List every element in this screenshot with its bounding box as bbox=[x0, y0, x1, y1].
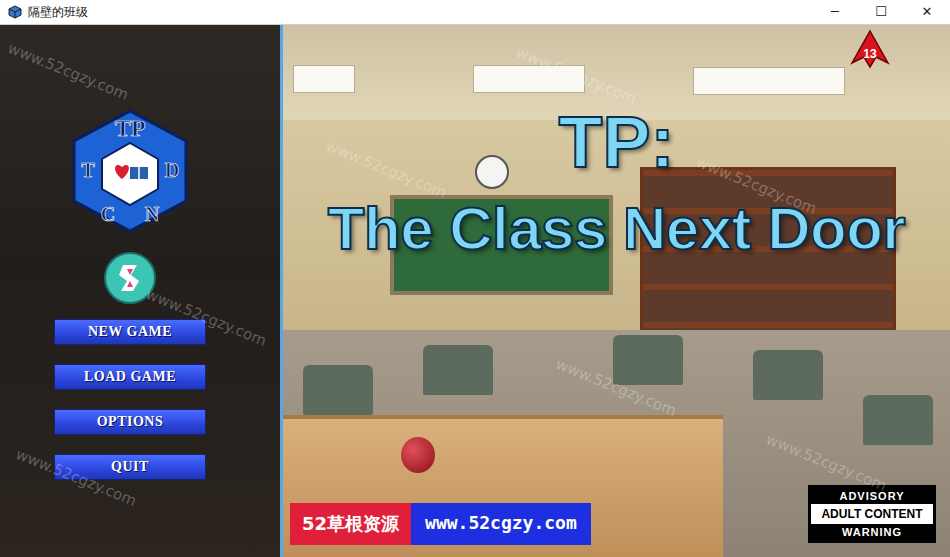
game-window: 隔壁的班级 ─☐✕ TP T D C N NEW GAME LOAD GAME OPTIONS QU… bbox=[0, 0, 950, 557]
site-banner: 52草根资源www.52cgzy.com bbox=[290, 503, 591, 545]
window-controls: ─☐✕ bbox=[812, 0, 950, 24]
main-menu: NEW GAME LOAD GAME OPTIONS QUIT bbox=[54, 319, 206, 480]
banner-url: www.52cgzy.com bbox=[411, 503, 591, 545]
menu-button[interactable]: LOAD GAME bbox=[54, 364, 206, 390]
watermark: www.52cgzy.com bbox=[143, 285, 269, 350]
logo-bottom-left-text: C bbox=[101, 203, 115, 225]
logo-bottom-right-text: N bbox=[145, 203, 160, 225]
advisory-middle: ADULT CONTENT bbox=[811, 504, 933, 524]
watermark: www.52cgzy.com bbox=[693, 153, 819, 218]
watermark: www.52cgzy.com bbox=[763, 430, 889, 495]
watermark: www.52cgzy.com bbox=[513, 43, 639, 108]
main-area: TP T D C N NEW GAME LOAD GAME OPTIONS QUIT TP: The… bbox=[0, 25, 950, 557]
window-control-button[interactable]: ✕ bbox=[904, 0, 950, 24]
advisory-top: ADVISORY bbox=[811, 488, 933, 504]
menu-button[interactable]: OPTIONS bbox=[54, 409, 206, 435]
menu-panel: TP T D C N NEW GAME LOAD GAME OPTIONS QUIT bbox=[0, 25, 283, 557]
title-line-1: TP: bbox=[559, 103, 675, 182]
logo-left-text: T bbox=[81, 159, 95, 181]
title-line-2: The Class Next Door bbox=[328, 196, 905, 262]
watermark: www.52cgzy.com bbox=[13, 445, 139, 510]
logo-top-text: TP bbox=[115, 115, 146, 141]
window-control-button[interactable]: ─ bbox=[812, 0, 858, 24]
window-title: 隔壁的班级 bbox=[28, 4, 88, 21]
menu-button[interactable]: NEW GAME bbox=[54, 319, 206, 345]
banner-name: 52草根资源 bbox=[290, 503, 411, 545]
advisory-bottom: WARNING bbox=[811, 524, 933, 540]
app-cube-icon bbox=[8, 5, 22, 19]
rating-badge-icon: 13 bbox=[850, 29, 890, 69]
rating-badge-text: 13 bbox=[863, 47, 877, 61]
window-control-button[interactable]: ☐ bbox=[858, 0, 904, 24]
title-art: TP: The Class Next Door 13 ADVISORYADULT CO… bbox=[283, 25, 950, 557]
watermark: www.52cgzy.com bbox=[5, 39, 131, 104]
watermark-layer: www.52cgzy.com www.52cgzy.com www.52cgzy.c… bbox=[0, 25, 950, 557]
game-logo-icon: TP T D C N bbox=[70, 109, 190, 233]
title-bar: 隔壁的班级 ─☐✕ bbox=[0, 0, 950, 25]
logo-right-text: D bbox=[165, 159, 179, 181]
game-title: TP: The Class Next Door bbox=[328, 25, 905, 262]
watermark: www.52cgzy.com bbox=[553, 355, 679, 420]
menu-button[interactable]: QUIT bbox=[54, 454, 206, 480]
watermark: www.52cgzy.com bbox=[323, 137, 449, 202]
advisory-label: ADVISORYADULT CONTENTWARNING bbox=[808, 485, 936, 543]
studio-logo-icon bbox=[103, 251, 157, 305]
